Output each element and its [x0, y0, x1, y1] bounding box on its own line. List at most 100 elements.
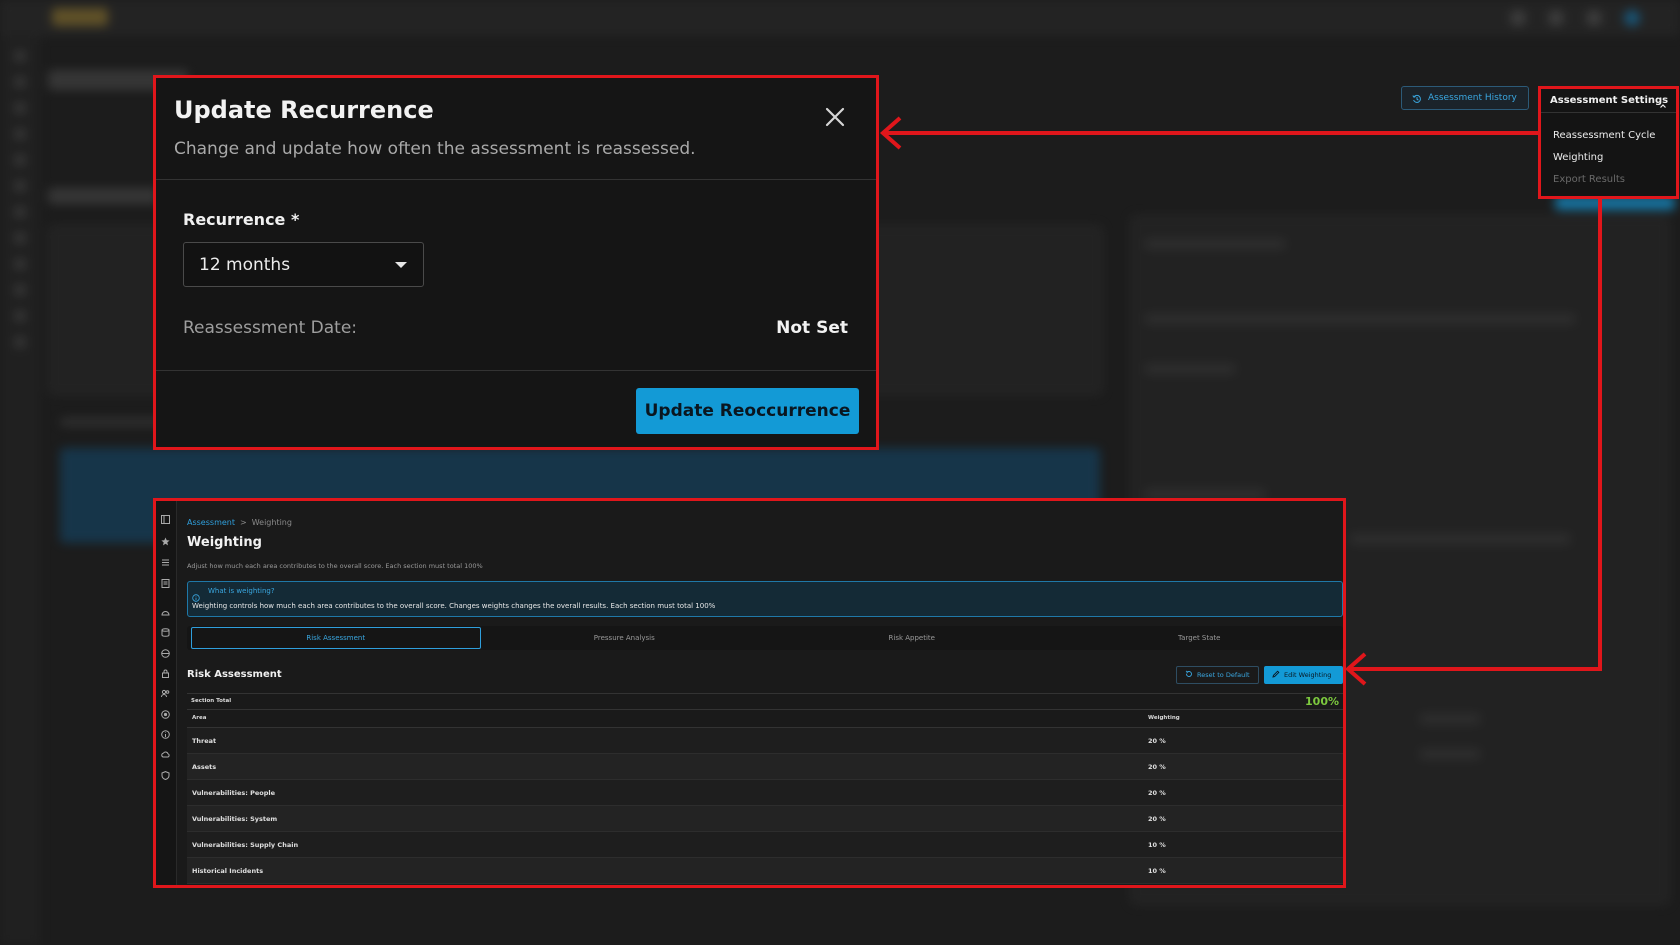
weight-cell: 20 %	[1148, 763, 1166, 771]
dashboard-icon[interactable]	[161, 602, 170, 616]
info-title: What is weighting?	[208, 587, 275, 595]
table-row: Vulnerabilities: System 20 %	[187, 806, 1343, 832]
table-row: Vulnerabilities: Supply Chain 10 %	[187, 832, 1343, 858]
lock-icon[interactable]	[161, 663, 170, 678]
reset-to-default-label: Reset to Default	[1197, 671, 1250, 679]
area-cell: Vulnerabilities: System	[192, 815, 278, 823]
modal-subtitle: Change and update how often the assessme…	[174, 139, 696, 159]
section-title: Risk Assessment	[187, 669, 282, 680]
assessment-settings-button[interactable]: Assessment Settings	[1541, 89, 1676, 113]
assessment-history-label: Assessment History	[1428, 93, 1517, 103]
close-icon[interactable]	[824, 106, 846, 128]
table-body: Threat 20 % Assets 20 % Vulnerabilities: P…	[187, 728, 1343, 884]
info-circle-icon	[192, 587, 200, 602]
background-text-line	[1145, 365, 1235, 373]
table-row: Assets 20 %	[187, 754, 1343, 780]
update-recurrence-modal: Update Recurrence Change and update how …	[153, 75, 879, 450]
tab-pressure-analysis[interactable]: Pressure Analysis	[481, 627, 769, 649]
target-icon[interactable]	[161, 704, 170, 719]
table-row: Threat 20 %	[187, 728, 1343, 754]
weight-cell: 20 %	[1148, 789, 1166, 797]
document-icon[interactable]	[161, 573, 170, 588]
recurrence-select[interactable]: 12 months	[183, 242, 424, 287]
assessment-history-button[interactable]: Assessment History	[1401, 86, 1529, 110]
recurrence-select-value: 12 months	[199, 255, 291, 275]
area-cell: Vulnerabilities: Supply Chain	[192, 841, 299, 849]
panel-toggle-icon[interactable]	[161, 509, 170, 524]
weighting-sidebar	[156, 501, 177, 885]
weight-cell: 20 %	[1148, 737, 1166, 745]
background-text-line	[1420, 750, 1480, 758]
weight-cell: 10 %	[1148, 841, 1166, 849]
table-row: Historical Incidents 10 %	[187, 858, 1343, 884]
cloud-icon[interactable]	[161, 744, 170, 758]
weighting-tabs: Risk Assessment Pressure Analysis Risk A…	[187, 626, 1343, 650]
page-title: Weighting	[187, 535, 262, 550]
table-header: Area Weighting	[187, 710, 1343, 728]
breadcrumb-assessment-link[interactable]: Assessment	[187, 518, 235, 527]
weighting-info-box: What is weighting? Weighting controls ho…	[187, 581, 1343, 617]
weighting-table: Section Total 100% Area Weighting Threat…	[187, 693, 1343, 884]
column-header-area: Area	[192, 715, 207, 721]
info-icon[interactable]	[161, 724, 170, 739]
weight-cell: 10 %	[1148, 867, 1166, 875]
background-subheading	[48, 188, 158, 204]
caret-down-icon	[395, 262, 407, 268]
background-text-line	[1145, 315, 1575, 323]
star-icon[interactable]	[161, 531, 170, 546]
table-row: Vulnerabilities: People 20 %	[187, 780, 1343, 806]
area-cell: Historical Incidents	[192, 867, 264, 875]
reset-icon	[1185, 670, 1193, 680]
breadcrumb-separator: >	[240, 518, 247, 527]
database-icon[interactable]	[161, 622, 170, 637]
menu-item-export-results: Export Results	[1553, 174, 1626, 185]
background-topbar-icons	[1510, 10, 1640, 26]
weighting-page-preview: Assessment > Weighting Weighting Adjust …	[153, 498, 1346, 888]
section-total-label: Section Total	[191, 698, 232, 704]
background-text-line	[1420, 715, 1480, 723]
background-sidebar	[0, 36, 40, 945]
modal-divider	[156, 370, 876, 371]
column-header-weighting: Weighting	[1148, 715, 1180, 721]
edit-weighting-button[interactable]: Edit Weighting	[1264, 666, 1343, 684]
breadcrumb-current: Weighting	[251, 518, 292, 527]
section-total-value: 100%	[1305, 695, 1339, 708]
menu-item-reassessment-cycle[interactable]: Reassessment Cycle	[1553, 130, 1655, 141]
tab-risk-appetite[interactable]: Risk Appetite	[768, 627, 1056, 649]
list-icon[interactable]	[161, 552, 170, 566]
section-total-row: Section Total 100%	[187, 693, 1343, 710]
reset-to-default-button[interactable]: Reset to Default	[1176, 666, 1259, 684]
history-icon	[1412, 89, 1422, 108]
breadcrumb: Assessment > Weighting	[187, 518, 292, 527]
modal-title: Update Recurrence	[174, 96, 434, 124]
background-text-line	[1350, 535, 1570, 543]
reassessment-date-value: Not Set	[776, 318, 848, 338]
recurrence-label: Recurrence *	[183, 210, 300, 229]
info-text: Weighting controls how much each area co…	[192, 602, 716, 610]
area-cell: Assets	[192, 763, 217, 771]
users-icon[interactable]	[161, 683, 170, 698]
background-logo	[52, 8, 108, 26]
modal-header: Update Recurrence Change and update how …	[156, 78, 876, 180]
edit-weighting-label: Edit Weighting	[1284, 671, 1332, 679]
area-cell: Vulnerabilities: People	[192, 789, 276, 797]
tab-target-state[interactable]: Target State	[1056, 627, 1344, 649]
update-reoccurrence-button[interactable]: Update Reoccurrence	[636, 388, 859, 434]
assessment-settings-dropdown: Assessment Settings Reassessment Cycle W…	[1538, 86, 1679, 199]
reassessment-date-label: Reassessment Date:	[183, 318, 358, 338]
screenshot-canvas: Assessment History Assessment Settings R…	[0, 0, 1680, 945]
shield-icon[interactable]	[161, 765, 170, 781]
weight-cell: 20 %	[1148, 815, 1166, 823]
pencil-icon	[1272, 670, 1280, 680]
chevron-up-icon	[1659, 95, 1667, 108]
background-text-line	[1145, 240, 1285, 248]
menu-item-weighting[interactable]: Weighting	[1553, 152, 1603, 163]
update-reoccurrence-label: Update Reoccurrence	[644, 401, 851, 421]
globe-icon[interactable]	[161, 643, 170, 658]
background-topbar	[0, 0, 1680, 36]
tab-risk-assessment[interactable]: Risk Assessment	[191, 627, 481, 649]
area-cell: Threat	[192, 737, 217, 745]
page-description: Adjust how much each area contributes to…	[187, 562, 483, 570]
background-text-line	[1145, 490, 1265, 498]
assessment-settings-label: Assessment Settings	[1550, 95, 1669, 106]
